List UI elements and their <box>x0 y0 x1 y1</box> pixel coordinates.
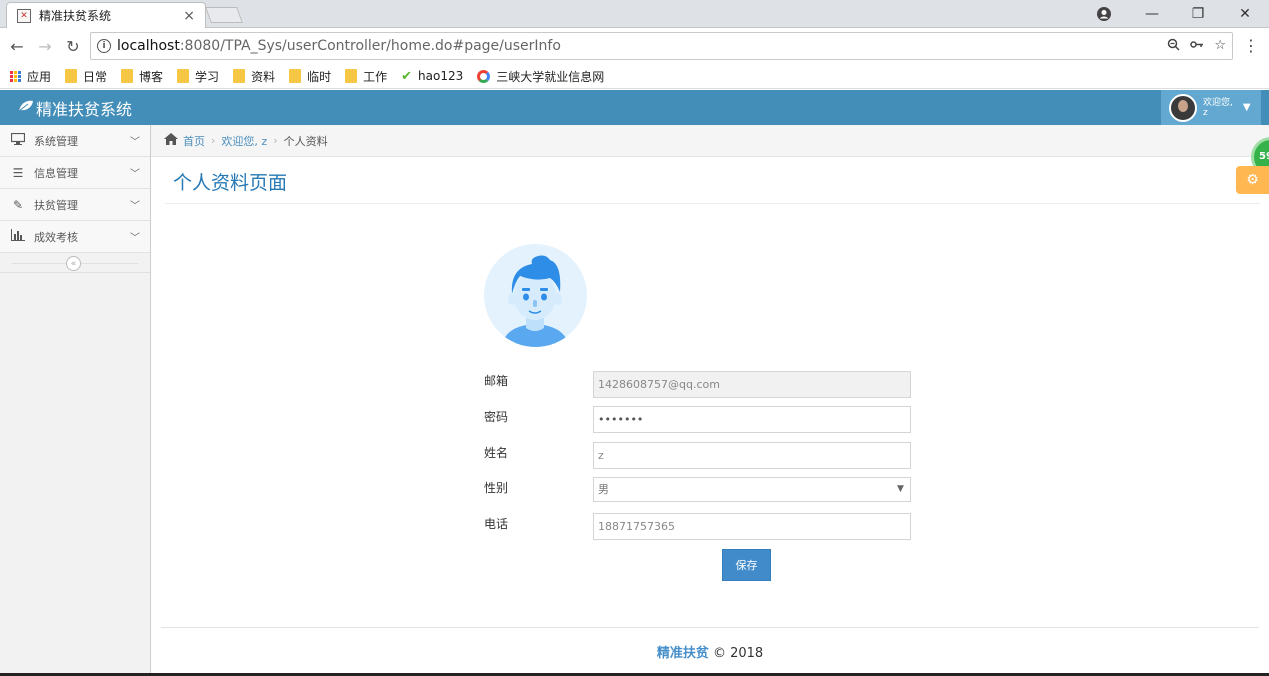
apps-icon <box>10 70 21 82</box>
name-label: 姓名 <box>484 446 509 460</box>
folder-icon <box>177 69 190 83</box>
tab-title: 精准扶贫系统 <box>39 9 112 23</box>
password-field[interactable] <box>593 406 911 433</box>
bookmark-folder-temp[interactable]: 临时 <box>289 68 331 85</box>
leaf-icon <box>18 100 34 116</box>
bookmark-star-icon[interactable]: ☆ <box>1214 38 1226 55</box>
browser-tab-strip: ✕ 精准扶贫系统 × — ❐ ✕ <box>0 0 1269 28</box>
folder-icon <box>121 69 134 83</box>
bookmark-hao123[interactable]: ✔ hao123 <box>401 69 463 84</box>
page-title: 个人资料页面 <box>173 172 288 194</box>
desktop-icon <box>10 132 26 148</box>
restore-icon[interactable]: ❐ <box>1180 2 1216 26</box>
bookmarks-bar: 应用 日常 博客 学习 资料 临时 工作 ✔ hao123 三峡大学就业信息网 <box>0 64 1269 89</box>
footer-divider <box>161 627 1259 628</box>
breadcrumb-separator-icon: › <box>273 134 278 147</box>
browser-tab[interactable]: ✕ 精准扶贫系统 × <box>6 2 206 28</box>
user-welcome: 欢迎您, <box>1203 97 1233 108</box>
reload-icon[interactable]: ↻ <box>62 35 84 57</box>
bookmark-apps[interactable]: 应用 <box>10 68 51 85</box>
key-icon[interactable] <box>1190 38 1204 55</box>
footer-brand: 精准扶贫 <box>656 646 709 661</box>
email-label: 邮箱 <box>484 374 509 388</box>
breadcrumb-current: 个人资料 <box>283 134 328 148</box>
footer-copyright: © 2018 <box>712 646 764 661</box>
user-menu[interactable]: 欢迎您, z ▼ <box>1161 90 1261 125</box>
app-brand[interactable]: 精准扶贫系统 <box>18 96 132 120</box>
chevron-down-icon: ﹀ <box>130 137 140 148</box>
home-icon <box>164 132 178 149</box>
caret-down-icon: ▼ <box>1242 102 1251 113</box>
address-bar[interactable]: i localhost:8080/TPA_Sys/userController/… <box>90 32 1233 60</box>
google-icon <box>477 69 491 83</box>
tab-close-icon[interactable]: × <box>183 8 195 24</box>
email-field[interactable] <box>593 371 911 398</box>
gender-label: 性别 <box>484 481 509 495</box>
folder-icon <box>345 69 358 83</box>
bookmark-folder-work[interactable]: 工作 <box>345 68 387 85</box>
browser-menu-icon[interactable]: ⋮ <box>1243 36 1259 55</box>
folder-icon <box>233 69 246 83</box>
sidebar: 系统管理 ﹀ ☰ 信息管理 ﹀ ✎ 扶贫管理 ﹀ 成效考核 ﹀ « <box>0 125 151 676</box>
user-avatar <box>1169 93 1197 122</box>
footer: 精准扶贫 © 2018 <box>151 642 1269 661</box>
back-icon[interactable]: ← <box>6 35 28 57</box>
bar-chart-icon <box>10 229 26 244</box>
site-info-icon[interactable]: i <box>97 39 111 53</box>
sidebar-collapse: « <box>0 253 150 273</box>
forward-icon[interactable]: → <box>34 35 56 57</box>
sidebar-item-system[interactable]: 系统管理 ﹀ <box>0 125 150 157</box>
bookmark-folder-materials[interactable]: 资料 <box>233 68 275 85</box>
title-divider <box>165 203 1260 204</box>
bookmark-ctgu-jobs[interactable]: 三峡大学就业信息网 <box>477 68 604 85</box>
password-label: 密码 <box>484 410 509 424</box>
sidebar-item-assessment[interactable]: 成效考核 ﹀ <box>0 221 150 253</box>
breadcrumb-separator-icon: › <box>211 134 216 147</box>
profile-icon[interactable] <box>1086 2 1122 26</box>
gender-select[interactable]: 男 <box>593 477 911 502</box>
app-header: 精准扶贫系统 欢迎您, z ▼ <box>0 90 1269 125</box>
list-icon: ☰ <box>12 165 24 180</box>
breadcrumb-welcome-link[interactable]: 欢迎您, z <box>221 133 267 149</box>
breadcrumb: 首页 › 欢迎您, z › 个人资料 <box>151 125 1269 157</box>
chevron-down-icon: ﹀ <box>130 233 140 244</box>
site-favicon-icon: ✕ <box>17 8 31 23</box>
url-text[interactable]: localhost:8080/TPA_Sys/userController/ho… <box>117 38 1167 54</box>
browser-toolbar: ← → ↻ i localhost:8080/TPA_Sys/userContr… <box>0 28 1269 64</box>
breadcrumb-home-link[interactable]: 首页 <box>183 133 205 149</box>
collapse-sidebar-icon[interactable]: « <box>66 256 81 271</box>
zoom-icon[interactable] <box>1167 38 1180 55</box>
name-field[interactable] <box>593 442 911 469</box>
folder-icon <box>289 69 302 83</box>
edit-icon: ✎ <box>12 197 24 212</box>
chevron-down-icon: ﹀ <box>130 169 140 180</box>
sidebar-item-poverty[interactable]: ✎ 扶贫管理 ﹀ <box>0 189 150 221</box>
bookmark-folder-daily[interactable]: 日常 <box>65 68 107 85</box>
minimize-icon[interactable]: — <box>1134 2 1170 26</box>
hao123-icon: ✔ <box>401 68 413 84</box>
profile-avatar[interactable] <box>484 244 587 347</box>
phone-label: 电话 <box>484 517 509 531</box>
sidebar-item-info[interactable]: ☰ 信息管理 ﹀ <box>0 157 150 189</box>
folder-icon <box>65 69 78 83</box>
brand-title: 精准扶贫系统 <box>36 100 133 119</box>
bookmark-folder-study[interactable]: 学习 <box>177 68 219 85</box>
window-close-icon[interactable]: ✕ <box>1227 2 1263 26</box>
phone-field[interactable] <box>593 513 911 540</box>
save-button[interactable]: 保存 <box>722 549 771 581</box>
user-name: z <box>1203 107 1208 118</box>
settings-gear-icon[interactable]: ⚙ <box>1236 166 1269 194</box>
new-tab-button[interactable] <box>205 7 243 23</box>
bookmark-folder-blog[interactable]: 博客 <box>121 68 163 85</box>
chevron-down-icon: ﹀ <box>130 201 140 212</box>
